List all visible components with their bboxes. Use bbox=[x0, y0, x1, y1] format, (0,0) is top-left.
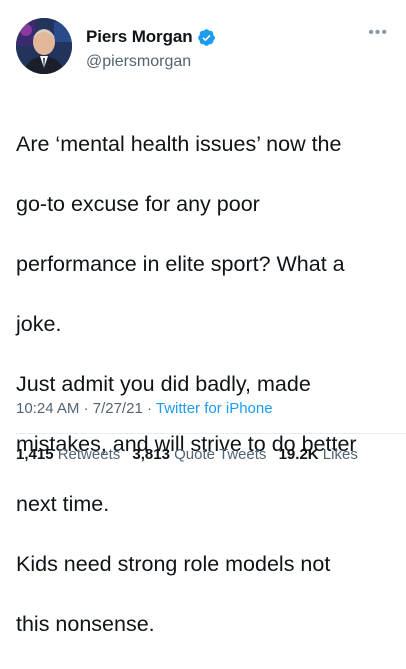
author-display-name[interactable]: Piers Morgan bbox=[86, 27, 193, 47]
tweet-card: Piers Morgan @piersmorgan ••• Are ‘menta… bbox=[0, 0, 406, 636]
tweet-meta: 10:24 AM · 7/27/21 · Twitter for iPhone bbox=[16, 400, 273, 417]
retweets-count: 1,415 bbox=[16, 446, 54, 463]
tweet-text-line: joke. bbox=[16, 312, 62, 336]
tweet-text-line: next time. bbox=[16, 492, 110, 516]
retweets-stat[interactable]: 1,415 Retweets bbox=[16, 446, 124, 463]
more-options-icon[interactable]: ••• bbox=[368, 25, 388, 41]
tweet-text: Are ‘mental health issues’ now the go-to… bbox=[16, 99, 396, 669]
verified-badge-icon bbox=[197, 28, 216, 47]
divider bbox=[16, 433, 406, 434]
tweet-text-line: go-to excuse for any poor bbox=[16, 192, 260, 216]
avatar[interactable] bbox=[16, 18, 72, 74]
likes-count: 19.2K bbox=[278, 446, 319, 463]
tweet-time[interactable]: 10:24 AM bbox=[16, 400, 79, 417]
likes-label: Likes bbox=[322, 446, 358, 463]
quote-tweets-count: 3,813 bbox=[132, 446, 170, 463]
tweet-text-line: Just admit you did badly, made bbox=[16, 372, 311, 396]
meta-separator: · bbox=[83, 400, 89, 417]
tweet-date[interactable]: 7/27/21 bbox=[93, 400, 143, 417]
quote-tweets-stat[interactable]: 3,813 Quote Tweets bbox=[132, 446, 270, 463]
author-name-row: Piers Morgan bbox=[86, 27, 216, 47]
meta-separator: · bbox=[146, 400, 152, 417]
tweet-text-line: Kids need strong role models not bbox=[16, 552, 331, 576]
avatar-photo bbox=[16, 18, 72, 74]
likes-stat[interactable]: 19.2K Likes bbox=[279, 446, 358, 463]
quote-tweets-label: Quote Tweets bbox=[174, 446, 267, 463]
tweet-text-line: performance in elite sport? What a bbox=[16, 252, 345, 276]
retweets-label: Retweets bbox=[57, 446, 121, 463]
tweet-text-line: Are ‘mental health issues’ now the bbox=[16, 132, 342, 156]
tweet-text-line: this nonsense. bbox=[16, 612, 155, 636]
author-handle[interactable]: @piersmorgan bbox=[86, 53, 191, 71]
tweet-stats: 1,415 Retweets 3,813 Quote Tweets 19.2K … bbox=[16, 446, 366, 463]
tweet-source[interactable]: Twitter for iPhone bbox=[156, 400, 273, 417]
